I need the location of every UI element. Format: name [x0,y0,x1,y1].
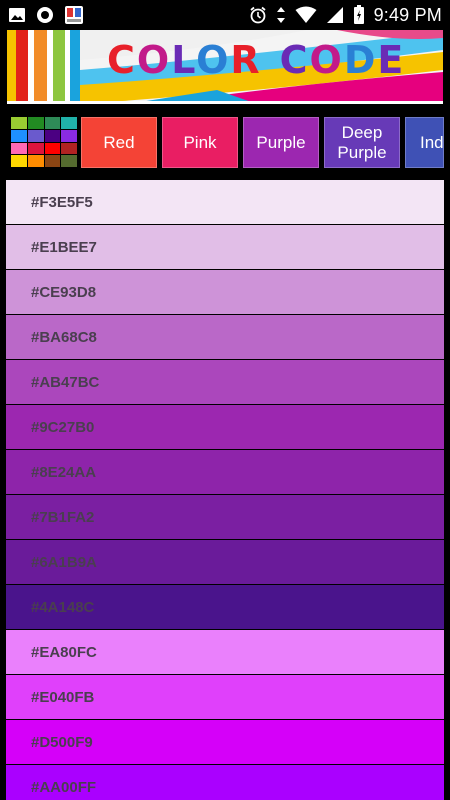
banner-title-letter: O [136,38,172,82]
palette-swatch [11,129,27,142]
palette-swatch [27,129,44,142]
color-hex-label: #AA00FF [31,778,97,796]
color-hex-label: #AB47BC [31,373,100,391]
clock: 9:49 PM [373,4,442,25]
palette-swatch [44,117,61,129]
banner-title-letter: O [196,38,231,82]
app-banner: COLOR CODE [7,30,443,104]
color-row[interactable]: #AB47BC [6,360,444,405]
color-row[interactable]: #D500F9 [6,720,444,765]
banner-title-letter: E [377,38,406,82]
palette-swatch [61,117,77,129]
palette-swatch [27,117,44,129]
color-hex-label: #E040FB [31,688,95,706]
color-row[interactable]: #BA68C8 [6,315,444,360]
palette-swatch [61,129,77,142]
color-hex-label: #E1BEE7 [31,238,97,256]
palette-swatch [11,117,27,129]
banner-title-letter: C [107,38,137,82]
banner-title-letter: D [343,38,378,82]
color-row[interactable]: #EA80FC [6,630,444,675]
color-row[interactable]: #4A148C [6,585,444,630]
banner-title-letter: L [171,38,197,82]
battery-icon [353,5,365,25]
status-bar: 9:49 PM [0,0,450,30]
image-icon [8,7,26,23]
color-hex-label: #D500F9 [31,733,93,751]
palette-swatch [44,155,61,167]
category-button[interactable]: Ind [405,117,444,168]
color-hex-label: #9C27B0 [31,418,95,436]
data-arrows-icon [276,6,286,24]
color-row[interactable]: #E040FB [6,675,444,720]
palette-swatch [61,142,77,155]
category-button[interactable]: Pink [162,117,238,168]
signal-icon [326,6,344,24]
banner-title-letter: R [230,38,262,82]
app-notification-icon [64,5,84,25]
circle-notification-icon [36,6,54,24]
color-list: #F3E5F5 #E1BEE7 #CE93D8 #BA68C8 #AB47BC #9C27… [6,180,444,800]
palette-swatch [11,142,27,155]
category-button[interactable]: Deep Purple [324,117,400,168]
color-hex-label: #7B1FA2 [31,508,95,526]
color-hex-label: #BA68C8 [31,328,97,346]
banner-title-letter: O [309,38,344,82]
color-row[interactable]: #7B1FA2 [6,495,444,540]
palette-swatch [61,155,77,167]
system-icons: 9:49 PM [249,5,442,26]
color-row[interactable]: #AA00FF [6,765,444,800]
palette-swatch [44,142,61,155]
banner-title: COLOR CODE [107,38,405,82]
palette-swatch [11,155,27,167]
category-button[interactable]: Purple [243,117,319,168]
color-hex-label: #8E24AA [31,463,97,481]
color-hex-label: #EA80FC [31,643,97,661]
color-hex-label: #6A1B9A [31,553,97,571]
color-hex-label: #4A148C [31,598,95,616]
palette-swatch [44,129,61,142]
color-row[interactable]: #8E24AA [6,450,444,495]
alarm-icon [249,6,267,24]
notification-icons [8,5,84,25]
palette-icon[interactable] [11,117,77,167]
color-hex-label: #CE93D8 [31,283,97,301]
color-row[interactable]: #F3E5F5 [6,180,444,225]
wifi-icon [295,6,317,24]
color-row[interactable]: #E1BEE7 [6,225,444,270]
palette-swatch [27,155,44,167]
category-button[interactable]: Red [81,117,157,168]
banner-title-letter: C [279,38,310,82]
color-row[interactable]: #9C27B0 [6,405,444,450]
palette-swatch [27,142,44,155]
color-row[interactable]: #6A1B9A [6,540,444,585]
color-row[interactable]: #CE93D8 [6,270,444,315]
color-hex-label: #F3E5F5 [31,193,93,211]
